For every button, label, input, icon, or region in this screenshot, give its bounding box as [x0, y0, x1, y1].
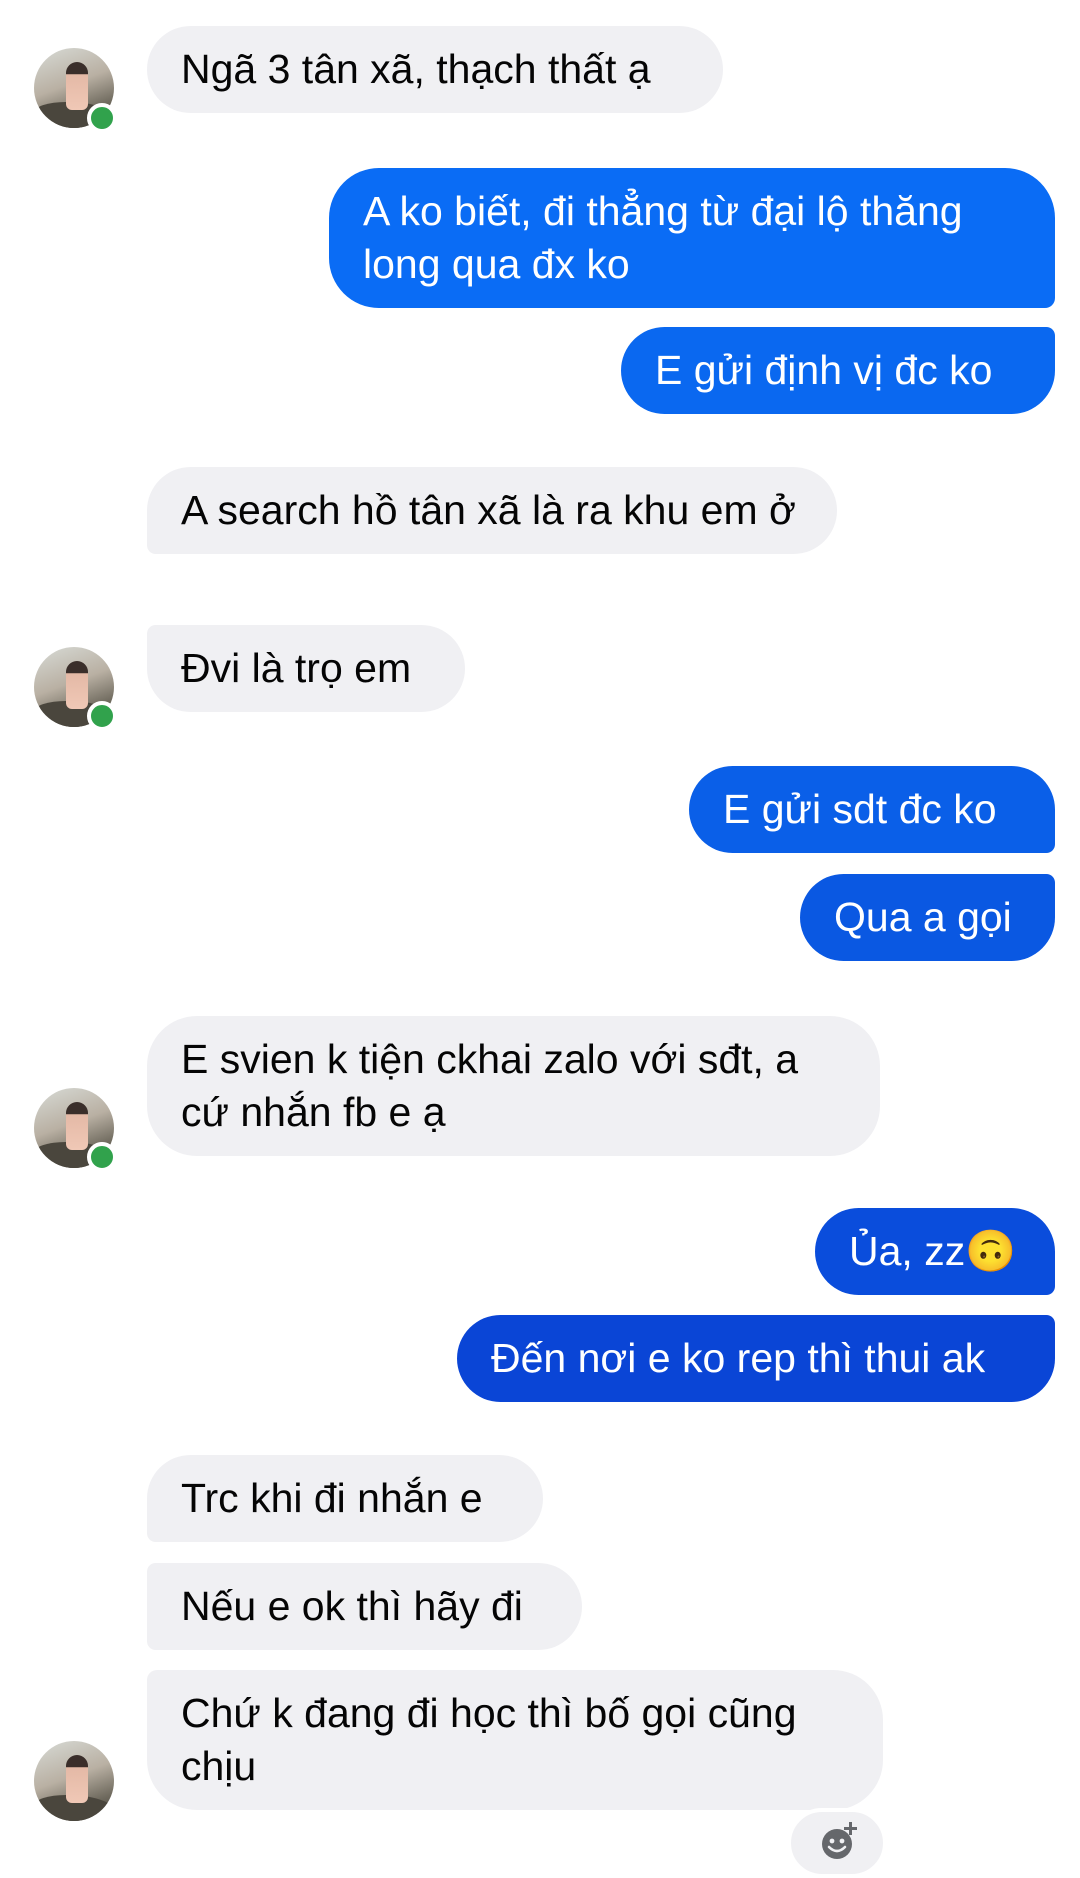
message-text: E svien k tiện ckhai zalo với sđt, a cứ …: [181, 1036, 799, 1135]
add-reaction-icon: [822, 1822, 857, 1859]
online-status-dot: [87, 103, 117, 133]
outgoing-message-bubble[interactable]: A ko biết, đi thẳng từ đại lộ thăng long…: [329, 168, 1055, 308]
contact-avatar[interactable]: [34, 1741, 114, 1821]
message-text: Qua a gọi: [834, 894, 1012, 940]
outgoing-message-bubble[interactable]: Ủa, zz🙃: [815, 1208, 1055, 1295]
upside-down-face-emoji: 🙃: [965, 1228, 1017, 1274]
message-text: E gửi định vị đc ko: [655, 347, 993, 393]
message-text: A ko biết, đi thẳng từ đại lộ thăng long…: [363, 188, 963, 287]
message-text: Nếu e ok thì hãy đi: [181, 1583, 523, 1629]
message-text: A search hồ tân xã là ra khu em ở: [181, 487, 796, 533]
message-text: Đvi là trọ em: [181, 645, 412, 691]
outgoing-message-bubble[interactable]: E gửi sdt đc ko: [689, 766, 1055, 853]
incoming-message-bubble[interactable]: Trc khi đi nhắn e: [147, 1455, 543, 1542]
message-text: Ủa, zz: [849, 1228, 966, 1274]
message-text: Trc khi đi nhắn e: [181, 1475, 483, 1521]
message-text: E gửi sdt đc ko: [723, 786, 997, 832]
incoming-message-bubble[interactable]: Ngã 3 tân xã, thạch thất ạ: [147, 26, 723, 113]
incoming-message-bubble[interactable]: Đvi là trọ em: [147, 625, 465, 712]
incoming-message-bubble[interactable]: E svien k tiện ckhai zalo với sđt, a cứ …: [147, 1016, 880, 1156]
online-status-dot: [87, 1142, 117, 1172]
outgoing-message-bubble[interactable]: E gửi định vị đc ko: [621, 327, 1055, 414]
message-text: Chứ k đang đi học thì bố gọi cũng chịu: [181, 1690, 797, 1789]
outgoing-message-bubble[interactable]: Đến nơi e ko rep thì thui ak: [457, 1315, 1055, 1402]
add-reaction-button[interactable]: [787, 1808, 887, 1878]
message-text: Đến nơi e ko rep thì thui ak: [491, 1335, 986, 1381]
message-text: Ngã 3 tân xã, thạch thất ạ: [181, 46, 651, 92]
incoming-message-bubble[interactable]: A search hồ tân xã là ra khu em ở: [147, 467, 837, 554]
online-status-dot: [87, 701, 117, 731]
outgoing-message-bubble[interactable]: Qua a gọi: [800, 874, 1055, 961]
chat-thread: Ngã 3 tân xã, thạch thất ạ A ko biết, đi…: [0, 0, 1080, 1878]
incoming-message-bubble[interactable]: Nếu e ok thì hãy đi: [147, 1563, 582, 1650]
incoming-message-bubble[interactable]: Chứ k đang đi học thì bố gọi cũng chịu: [147, 1670, 883, 1810]
